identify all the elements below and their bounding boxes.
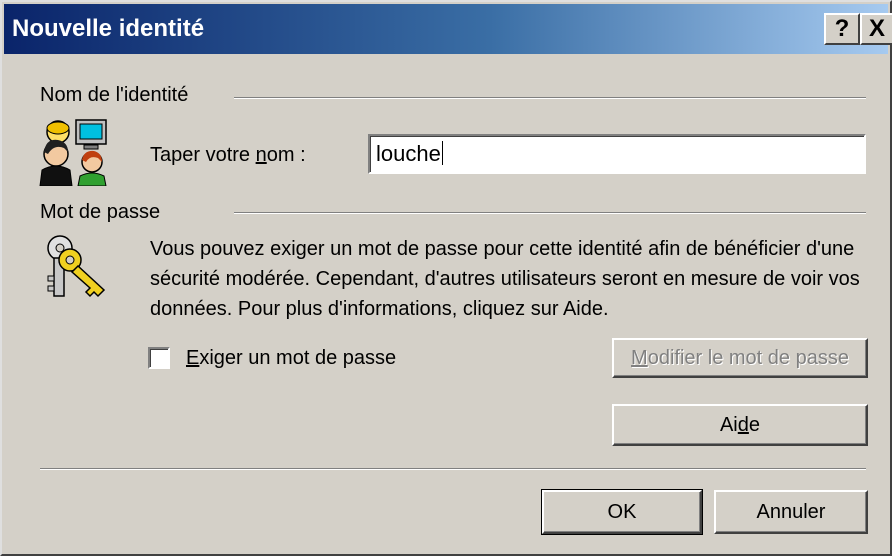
users-computer-icon (36, 118, 112, 187)
ok-button[interactable]: OK (541, 489, 703, 535)
password-description: Vous pouvez exiger un mot de passe pour … (150, 238, 860, 320)
keys-icon (40, 232, 110, 302)
close-button[interactable]: X (860, 13, 892, 45)
name-input-value: louche (376, 141, 441, 166)
password-group-line (234, 212, 866, 214)
modify-password-button[interactable]: Modifier le mot de passe (612, 338, 868, 378)
window-title: Nouvelle identité (12, 15, 205, 42)
help-button[interactable]: Aide (612, 404, 868, 446)
name-field-label: Taper votre nom : (150, 144, 306, 166)
text-caret (441, 141, 443, 165)
require-password-checkbox[interactable] (148, 347, 170, 369)
password-group-label: Mot de passe (40, 201, 161, 223)
require-password-label[interactable]: Exiger un mot de passe (186, 347, 396, 370)
help-title-button[interactable]: ? (824, 13, 860, 45)
new-identity-dialog: Nouvelle identité ? X Nom de l'identité (0, 0, 892, 556)
close-icon: X (868, 15, 885, 42)
help-icon: ? (834, 15, 850, 42)
footer-separator (40, 468, 866, 470)
identity-group-label: Nom de l'identité (40, 84, 189, 106)
title-bar[interactable]: Nouvelle identité ? X (4, 4, 892, 54)
name-input[interactable]: louche (368, 134, 866, 174)
cancel-button[interactable]: Annuler (714, 490, 868, 534)
identity-group-line (234, 97, 866, 99)
